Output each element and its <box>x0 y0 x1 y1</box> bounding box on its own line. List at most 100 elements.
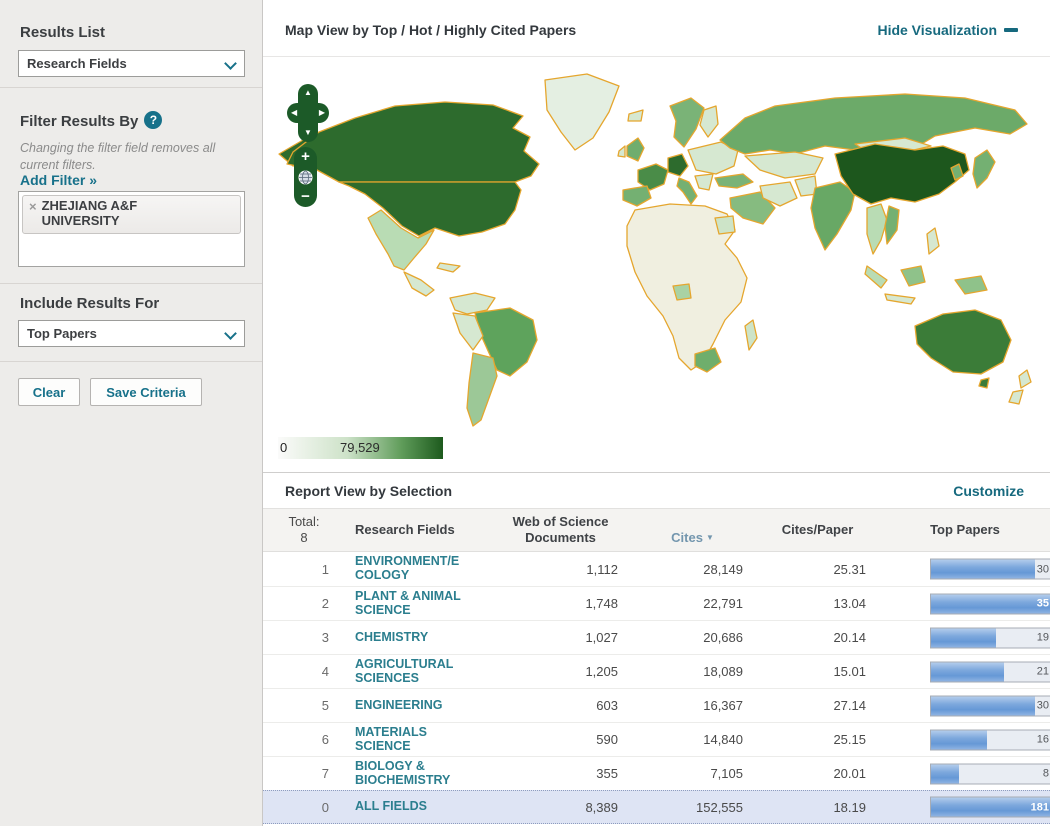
cites-per-paper-value: 18.19 <box>833 799 866 815</box>
table-row: 1 ENVIRONMENT/E COLOGY 1,112 28,149 25.3… <box>263 552 1050 586</box>
field-link[interactable]: ALL FIELDS <box>345 799 491 814</box>
top-papers-value: 8 <box>1042 767 1049 780</box>
table-row: 6 MATERIALS SCIENCE 590 14,840 25.15 16 <box>263 722 1050 756</box>
scale-max-label: 79,529 <box>340 440 380 455</box>
top-papers-value: 35 <box>1036 597 1049 610</box>
zoom-out-icon[interactable]: − <box>301 189 310 204</box>
map-pan-control[interactable]: ▲ ▼ ◀ ▶ <box>287 84 329 142</box>
cites-per-paper-value: 13.04 <box>833 596 866 611</box>
include-results-dropdown[interactable]: Top Papers <box>18 320 245 347</box>
pan-left-icon[interactable]: ◀ <box>291 109 297 117</box>
collapse-minus-icon <box>1004 28 1018 32</box>
report-view-header: Report View by Selection Customize <box>263 472 1050 508</box>
docs-value: 1,112 <box>586 561 618 577</box>
map-zoom-control[interactable]: + − <box>294 147 317 207</box>
results-list-dropdown[interactable]: Research Fields <box>18 50 245 77</box>
filter-note: Changing the filter field removes all cu… <box>20 141 216 172</box>
results-list-heading: Results List <box>20 24 106 41</box>
hide-visualization-link[interactable]: Hide Visualization <box>877 22 1018 38</box>
pan-right-icon[interactable]: ▶ <box>319 109 325 117</box>
column-header-documents: Web of Science Documents <box>512 513 609 545</box>
top-papers-bar: 21 <box>930 661 1050 682</box>
choropleth-world-map[interactable] <box>277 60 1037 435</box>
top-papers-bar: 16 <box>930 729 1050 750</box>
top-papers-bar: 35 <box>930 593 1050 614</box>
cites-value: 28,149 <box>703 561 743 577</box>
filters-sidebar: Results List Research Fields Filter Resu… <box>0 0 263 826</box>
docs-value: 8,389 <box>585 799 618 815</box>
filter-tag: × ZHEJIANG A&F UNIVERSITY <box>22 195 241 234</box>
zoom-in-icon[interactable]: + <box>301 149 310 164</box>
top-papers-value: 16 <box>1036 733 1049 746</box>
results-list-dropdown-value: Research Fields <box>27 56 127 71</box>
report-view-title: Report View by Selection <box>285 483 453 499</box>
help-icon[interactable]: ? <box>144 111 163 129</box>
top-papers-bar: 19 <box>930 627 1050 648</box>
top-papers-value: 181 <box>1030 801 1049 813</box>
pan-down-icon[interactable]: ▼ <box>304 129 312 137</box>
scale-min-label: 0 <box>280 440 288 455</box>
pan-up-icon[interactable]: ▲ <box>304 89 312 97</box>
field-link[interactable]: ENGINEERING <box>345 698 491 713</box>
column-header-cites[interactable]: Cites ▼ <box>630 514 755 547</box>
active-filters-box: × ZHEJIANG A&F UNIVERSITY <box>18 191 245 267</box>
cites-per-paper-value: 25.31 <box>833 561 866 577</box>
field-link[interactable]: ENVIRONMENT/E COLOGY <box>345 554 491 583</box>
top-papers-cell: 30 <box>880 689 1050 722</box>
table-row: 4 AGRICULTURAL SCIENCES 1,205 18,089 15.… <box>263 654 1050 688</box>
divider <box>0 87 262 88</box>
row-rank: 7 <box>321 766 329 781</box>
filter-tag-label: ZHEJIANG A&F UNIVERSITY <box>41 198 138 228</box>
divider <box>0 361 262 362</box>
top-papers-cell: 16 <box>880 723 1050 756</box>
field-link[interactable]: PLANT & ANIMAL SCIENCE <box>345 589 491 618</box>
cites-per-paper-value: 27.14 <box>833 698 866 713</box>
cites-value: 14,840 <box>703 732 743 747</box>
globe-icon[interactable] <box>298 170 313 185</box>
cites-per-paper-value: 20.01 <box>833 766 866 781</box>
field-link[interactable]: BIOLOGY & BIOCHEMISTRY <box>345 759 491 788</box>
top-papers-value: 19 <box>1036 631 1049 644</box>
field-link[interactable]: AGRICULTURAL SCIENCES <box>345 657 491 686</box>
top-papers-cell: 181 <box>880 791 1050 823</box>
row-rank: 3 <box>321 630 329 645</box>
bar-fill <box>931 730 987 749</box>
top-papers-bar: 8 <box>930 763 1050 784</box>
save-criteria-button[interactable]: Save Criteria <box>90 378 202 406</box>
field-link[interactable]: CHEMISTRY <box>345 630 491 645</box>
table-row: 2 PLANT & ANIMAL SCIENCE 1,748 22,791 13… <box>263 586 1050 620</box>
row-rank: 6 <box>321 732 329 747</box>
bar-fill <box>931 696 1036 715</box>
cites-value: 16,367 <box>703 698 743 713</box>
bar-fill <box>931 628 997 647</box>
bar-fill <box>931 764 959 783</box>
column-header-research-fields: Research Fields <box>355 521 455 537</box>
bar-fill <box>931 594 1050 613</box>
top-papers-cell: 35 <box>880 587 1050 620</box>
total-count: Total: 8 <box>288 513 320 545</box>
filter-results-heading: Filter Results By? <box>20 111 163 130</box>
remove-filter-icon[interactable]: × <box>29 199 37 214</box>
top-papers-cell: 19 <box>880 621 1050 654</box>
table-row: 7 BIOLOGY & BIOCHEMISTRY 355 7,105 20.01… <box>263 756 1050 790</box>
bar-fill <box>931 662 1004 681</box>
row-rank: 5 <box>321 698 329 713</box>
top-papers-cell: 8 <box>880 757 1050 790</box>
bar-fill <box>931 559 1036 579</box>
chevron-down-icon <box>226 59 236 69</box>
field-link[interactable]: MATERIALS SCIENCE <box>345 725 491 754</box>
add-filter-link[interactable]: Add Filter » <box>20 172 97 188</box>
docs-value: 1,205 <box>585 664 618 679</box>
world-map-visualization: ▲ ▼ ◀ ▶ + − 0 79,529 <box>263 58 1050 472</box>
cites-value: 7,105 <box>710 766 743 781</box>
chevron-down-icon <box>226 329 236 339</box>
report-table-body: 1 ENVIRONMENT/E COLOGY 1,112 28,149 25.3… <box>263 552 1050 824</box>
customize-link[interactable]: Customize <box>953 483 1024 499</box>
column-header-cites-per-paper: Cites/Paper <box>781 521 854 537</box>
top-papers-value: 30 <box>1036 699 1049 712</box>
table-header-row: Total: 8 Research Fields Web of Science … <box>263 508 1050 552</box>
clear-button[interactable]: Clear <box>18 378 80 406</box>
docs-value: 1,748 <box>585 596 618 611</box>
table-row: 3 CHEMISTRY 1,027 20,686 20.14 19 <box>263 620 1050 654</box>
row-rank: 4 <box>321 664 329 679</box>
